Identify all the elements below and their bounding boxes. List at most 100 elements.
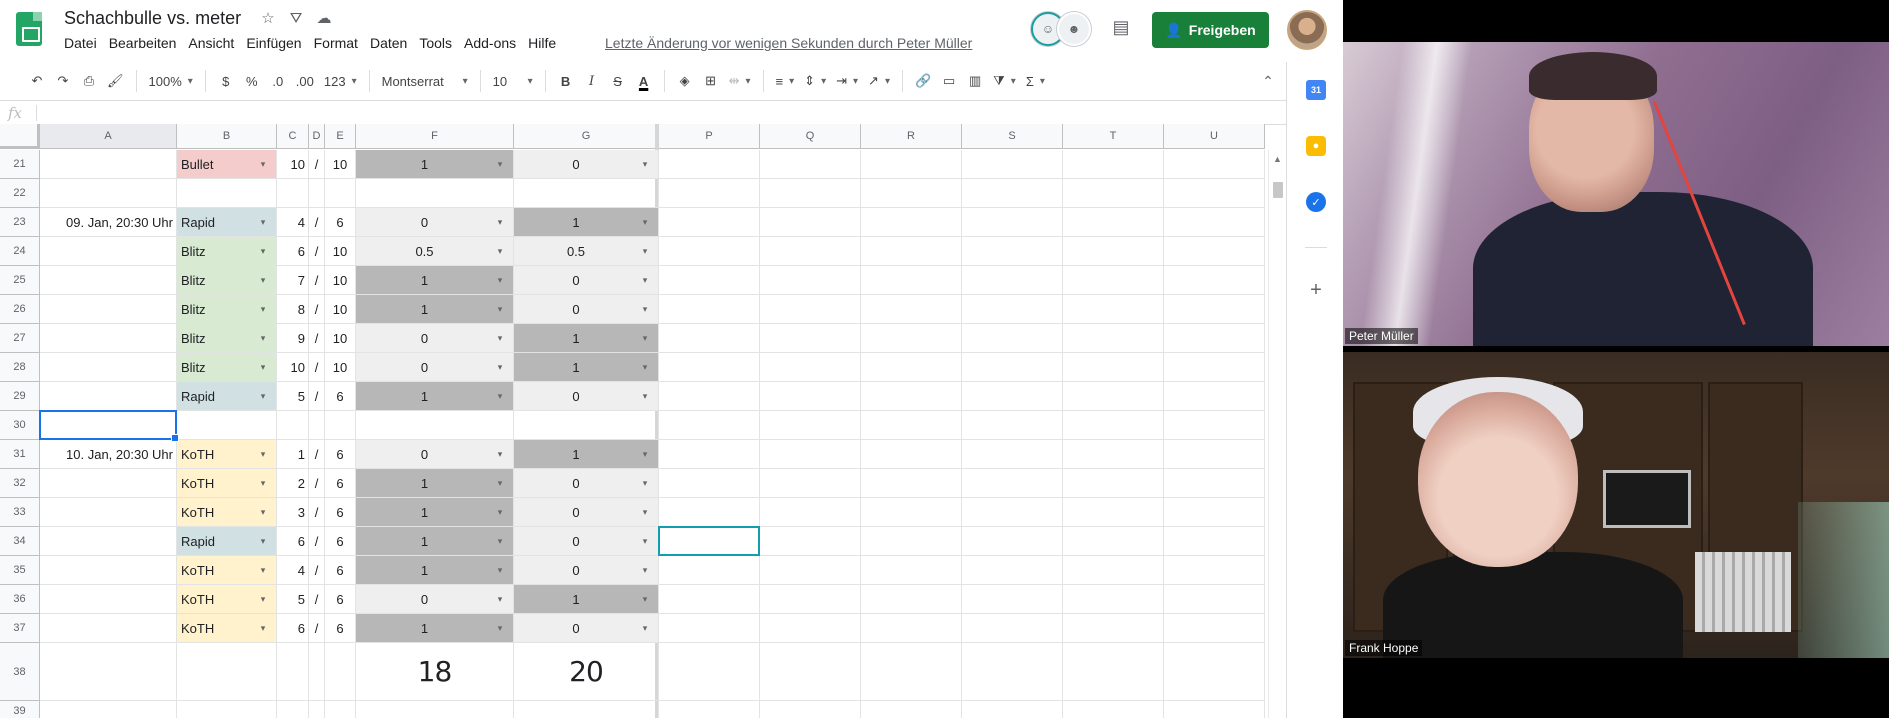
empty-cell[interactable] <box>962 411 1063 440</box>
empty-cell[interactable] <box>1063 382 1164 411</box>
empty-cell[interactable] <box>861 643 962 701</box>
game-type-cell[interactable] <box>177 179 277 208</box>
dropdown-arrow-icon[interactable]: ▾ <box>256 536 270 547</box>
game-type-cell[interactable]: KoTH ▾ <box>177 498 277 527</box>
game-total-cell[interactable]: 6 <box>325 440 356 469</box>
game-total-cell[interactable] <box>325 643 356 701</box>
score-g-cell[interactable]: 0 ▾ <box>514 150 659 179</box>
empty-cell[interactable] <box>861 382 962 411</box>
score-f-cell[interactable]: 1 ▾ <box>356 614 514 643</box>
score-g-cell[interactable] <box>514 411 659 440</box>
row-header[interactable]: 30 <box>0 411 40 440</box>
game-number-cell[interactable]: 9 <box>277 324 309 353</box>
score-g-cell[interactable] <box>514 701 659 718</box>
game-type-cell[interactable] <box>177 701 277 718</box>
empty-cell[interactable] <box>760 701 861 718</box>
game-number-cell[interactable]: 8 <box>277 295 309 324</box>
dropdown-arrow-icon[interactable]: ▾ <box>638 623 652 634</box>
empty-cell[interactable] <box>962 324 1063 353</box>
dropdown-arrow-icon[interactable]: ▾ <box>256 217 270 228</box>
game-type-cell[interactable]: Blitz ▾ <box>177 353 277 382</box>
slash-cell[interactable]: / <box>309 324 325 353</box>
game-total-cell[interactable]: 6 <box>325 556 356 585</box>
undo-icon[interactable]: ↶ <box>26 68 48 94</box>
dropdown-arrow-icon[interactable]: ▾ <box>493 362 507 373</box>
empty-cell[interactable] <box>962 701 1063 718</box>
slash-cell[interactable]: / <box>309 614 325 643</box>
empty-cell[interactable] <box>1164 585 1265 614</box>
score-f-cell[interactable]: 1 ▾ <box>356 382 514 411</box>
game-number-cell[interactable] <box>277 701 309 718</box>
empty-cell[interactable] <box>1063 237 1164 266</box>
dropdown-arrow-icon[interactable]: ▾ <box>256 565 270 576</box>
column-header-a[interactable]: A <box>40 124 177 149</box>
row-header[interactable]: 26 <box>0 295 40 324</box>
dropdown-arrow-icon[interactable]: ▾ <box>256 246 270 257</box>
game-type-cell[interactable]: KoTH ▾ <box>177 440 277 469</box>
score-f-cell[interactable]: 0 ▾ <box>356 324 514 353</box>
empty-cell[interactable] <box>1063 498 1164 527</box>
empty-cell[interactable] <box>1063 208 1164 237</box>
date-cell[interactable] <box>40 237 177 266</box>
empty-cell[interactable] <box>1063 643 1164 701</box>
bold-button[interactable]: B <box>555 68 577 94</box>
vertical-align-icon[interactable]: ⇕ <box>801 68 829 94</box>
empty-cell[interactable] <box>659 556 760 585</box>
empty-cell[interactable] <box>962 527 1063 556</box>
column-header-e[interactable]: E <box>325 124 356 149</box>
game-type-cell[interactable]: Blitz ▾ <box>177 237 277 266</box>
empty-cell[interactable] <box>1063 585 1164 614</box>
score-f-cell[interactable]: 1 ▾ <box>356 266 514 295</box>
slash-cell[interactable] <box>309 701 325 718</box>
collaborator-avatar-2[interactable]: ☻ <box>1057 12 1091 46</box>
row-header[interactable]: 21 <box>0 150 40 179</box>
empty-cell[interactable] <box>659 353 760 382</box>
game-total-cell[interactable]: 6 <box>325 614 356 643</box>
dropdown-arrow-icon[interactable]: ▾ <box>493 275 507 286</box>
dropdown-arrow-icon[interactable]: ▾ <box>638 304 652 315</box>
game-number-cell[interactable]: 2 <box>277 469 309 498</box>
empty-cell[interactable] <box>962 208 1063 237</box>
empty-cell[interactable] <box>760 179 861 208</box>
row-header[interactable]: 37 <box>0 614 40 643</box>
empty-cell[interactable] <box>1164 150 1265 179</box>
empty-cell[interactable] <box>1063 701 1164 718</box>
column-header-r[interactable]: R <box>861 124 962 149</box>
game-total-cell[interactable]: 6 <box>325 585 356 614</box>
score-f-cell[interactable] <box>356 701 514 718</box>
menu-item-format[interactable]: Format <box>314 35 358 51</box>
game-number-cell[interactable]: 10 <box>277 353 309 382</box>
slash-cell[interactable]: / <box>309 353 325 382</box>
slash-cell[interactable] <box>309 179 325 208</box>
game-total-cell[interactable]: 6 <box>325 208 356 237</box>
score-g-cell[interactable]: 0.5 ▾ <box>514 237 659 266</box>
dropdown-arrow-icon[interactable]: ▾ <box>493 507 507 518</box>
menu-item-ansicht[interactable]: Ansicht <box>188 35 234 51</box>
empty-cell[interactable] <box>1063 353 1164 382</box>
functions-icon[interactable]: Σ <box>1023 68 1048 94</box>
empty-cell[interactable] <box>861 266 962 295</box>
date-cell[interactable] <box>40 614 177 643</box>
dropdown-arrow-icon[interactable]: ▾ <box>638 565 652 576</box>
game-total-cell[interactable]: 6 <box>325 498 356 527</box>
dropdown-arrow-icon[interactable]: ▾ <box>256 507 270 518</box>
calendar-icon[interactable]: 31 <box>1306 80 1326 100</box>
empty-cell[interactable] <box>760 643 861 701</box>
tasks-icon[interactable]: ✓ <box>1306 192 1326 212</box>
slash-cell[interactable]: / <box>309 585 325 614</box>
empty-cell[interactable] <box>1164 440 1265 469</box>
empty-cell[interactable] <box>659 266 760 295</box>
empty-cell[interactable] <box>659 237 760 266</box>
empty-cell[interactable] <box>1063 440 1164 469</box>
empty-cell[interactable] <box>1164 643 1265 701</box>
score-f-cell[interactable]: 0 ▾ <box>356 208 514 237</box>
column-header-p[interactable]: P <box>659 124 760 149</box>
game-total-cell[interactable] <box>325 179 356 208</box>
game-total-cell[interactable]: 10 <box>325 324 356 353</box>
date-cell[interactable] <box>40 469 177 498</box>
empty-cell[interactable] <box>1063 150 1164 179</box>
menu-item-tools[interactable]: Tools <box>419 35 452 51</box>
date-cell[interactable] <box>40 179 177 208</box>
dropdown-arrow-icon[interactable]: ▾ <box>256 478 270 489</box>
empty-cell[interactable] <box>1164 556 1265 585</box>
